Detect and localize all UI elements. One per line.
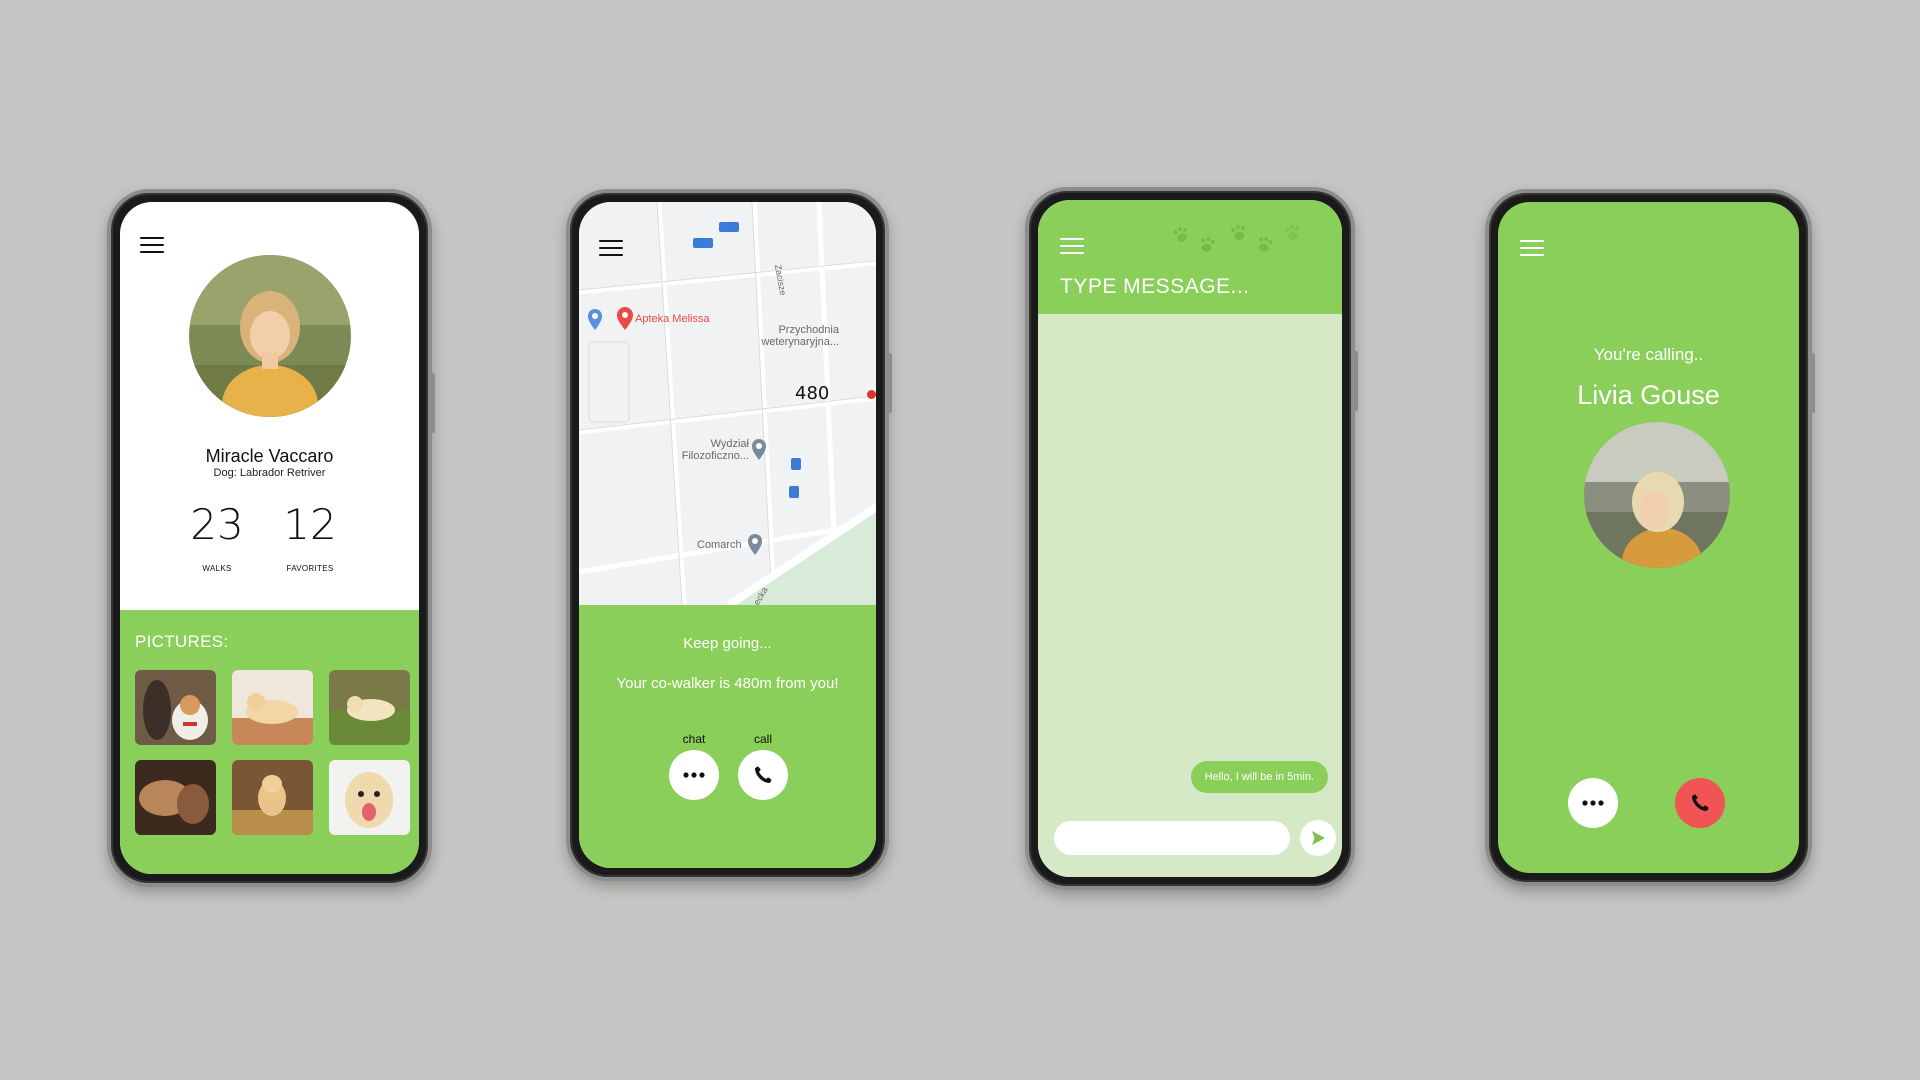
map-label-vet-2: weterynaryjna... (761, 336, 839, 348)
call-status: You're calling.. (1593, 345, 1704, 364)
chat-header: TYPE MESSAGE... (1038, 200, 1342, 314)
walk-status-panel: Keep going... Your co-walker is 480m fro… (579, 605, 876, 868)
phone-chat: TYPE MESSAGE... Hello, I will be in 5min… (1025, 187, 1358, 890)
call-screen: You're calling.. Livia Gouse (1498, 202, 1799, 873)
profile-dog-breed: Dog: Labrador Retriver (213, 467, 326, 479)
callee-name: Livia Gouse (1577, 380, 1720, 410)
dog-picture-3[interactable] (329, 670, 410, 745)
chat-screen: TYPE MESSAGE... Hello, I will be in 5min… (1038, 200, 1342, 877)
bus-stop-icon[interactable] (791, 458, 801, 470)
send-button[interactable] (1300, 820, 1336, 856)
callee-avatar (1584, 422, 1730, 568)
phone-icon (1692, 794, 1709, 811)
dog-picture-5[interactable] (232, 760, 313, 835)
phone-map: Apteka Melissa Przychodnia weterynaryjna… (566, 189, 892, 881)
bus-stop-icon[interactable] (693, 238, 713, 248)
profile-avatar (189, 255, 351, 417)
menu-icon[interactable] (1520, 239, 1544, 257)
location-pin-icon[interactable] (747, 534, 763, 556)
menu-icon[interactable] (599, 239, 623, 257)
dog-picture-2[interactable] (232, 670, 313, 745)
map-view[interactable]: Apteka Melissa Przychodnia weterynaryjna… (579, 202, 876, 607)
map-label-vet-1: Przychodnia (778, 324, 839, 336)
co-walker-dot[interactable] (867, 390, 876, 399)
favorites-label: FAVORITES (286, 564, 334, 573)
side-button (1811, 353, 1815, 413)
phone-profile: Miracle Vaccaro Dog: Labrador Retriver 2… (107, 189, 435, 887)
walks-label: WALKS (202, 564, 232, 573)
paw-icon (1173, 225, 1300, 252)
walk-distance-text: Your co-walker is 480m from you! (616, 675, 839, 692)
phone-call: You're calling.. Livia Gouse (1485, 189, 1815, 886)
side-button (431, 373, 435, 433)
map-label-faculty-1: Wydział (710, 438, 749, 450)
walks-count: 23 (190, 500, 244, 549)
end-call-button[interactable] (1675, 778, 1725, 828)
message-input[interactable] (1054, 821, 1290, 855)
chat-title: TYPE MESSAGE... (1060, 275, 1250, 298)
walk-status-text: Keep going... (683, 635, 772, 652)
dog-picture-6[interactable] (329, 760, 410, 835)
location-pin-icon[interactable] (587, 309, 603, 331)
menu-icon[interactable] (140, 236, 164, 254)
message-bubble: Hello, I will be in 5min. (1190, 761, 1328, 793)
map-label-faculty-2: Filozoficzno... (681, 450, 749, 462)
dog-picture-1[interactable] (135, 670, 216, 745)
distance-marker-label: 480 (795, 383, 830, 404)
location-pin-icon[interactable] (616, 307, 634, 331)
bus-stop-icon[interactable] (719, 222, 739, 232)
bus-stop-icon[interactable] (789, 486, 799, 498)
send-icon (1312, 831, 1325, 845)
call-button[interactable] (738, 750, 788, 800)
profile-name: Miracle Vaccaro (205, 446, 334, 466)
chat-messages: Hello, I will be in 5min. (1038, 314, 1342, 877)
dog-picture-4[interactable] (135, 760, 216, 835)
menu-icon[interactable] (1060, 237, 1084, 255)
dots-icon (1582, 800, 1604, 806)
favorites-count: 12 (283, 500, 337, 549)
pictures-panel: PICTURES: (120, 610, 419, 874)
profile-screen: Miracle Vaccaro Dog: Labrador Retriver 2… (120, 202, 419, 874)
side-button (888, 353, 892, 413)
side-button (1354, 351, 1358, 411)
chat-button[interactable] (669, 750, 719, 800)
distance-marker: 480 (795, 383, 829, 404)
call-label: call (753, 732, 772, 746)
chat-label: chat (682, 732, 706, 746)
message-button[interactable] (1568, 778, 1618, 828)
map-screen: Apteka Melissa Przychodnia weterynaryjna… (579, 202, 876, 868)
dots-icon (683, 772, 705, 778)
pictures-title: PICTURES: (135, 632, 229, 651)
map-label-company: Comarch (697, 539, 742, 551)
location-pin-icon[interactable] (751, 439, 767, 461)
phone-icon (755, 766, 772, 783)
map-label-pharmacy: Apteka Melissa (635, 313, 710, 325)
